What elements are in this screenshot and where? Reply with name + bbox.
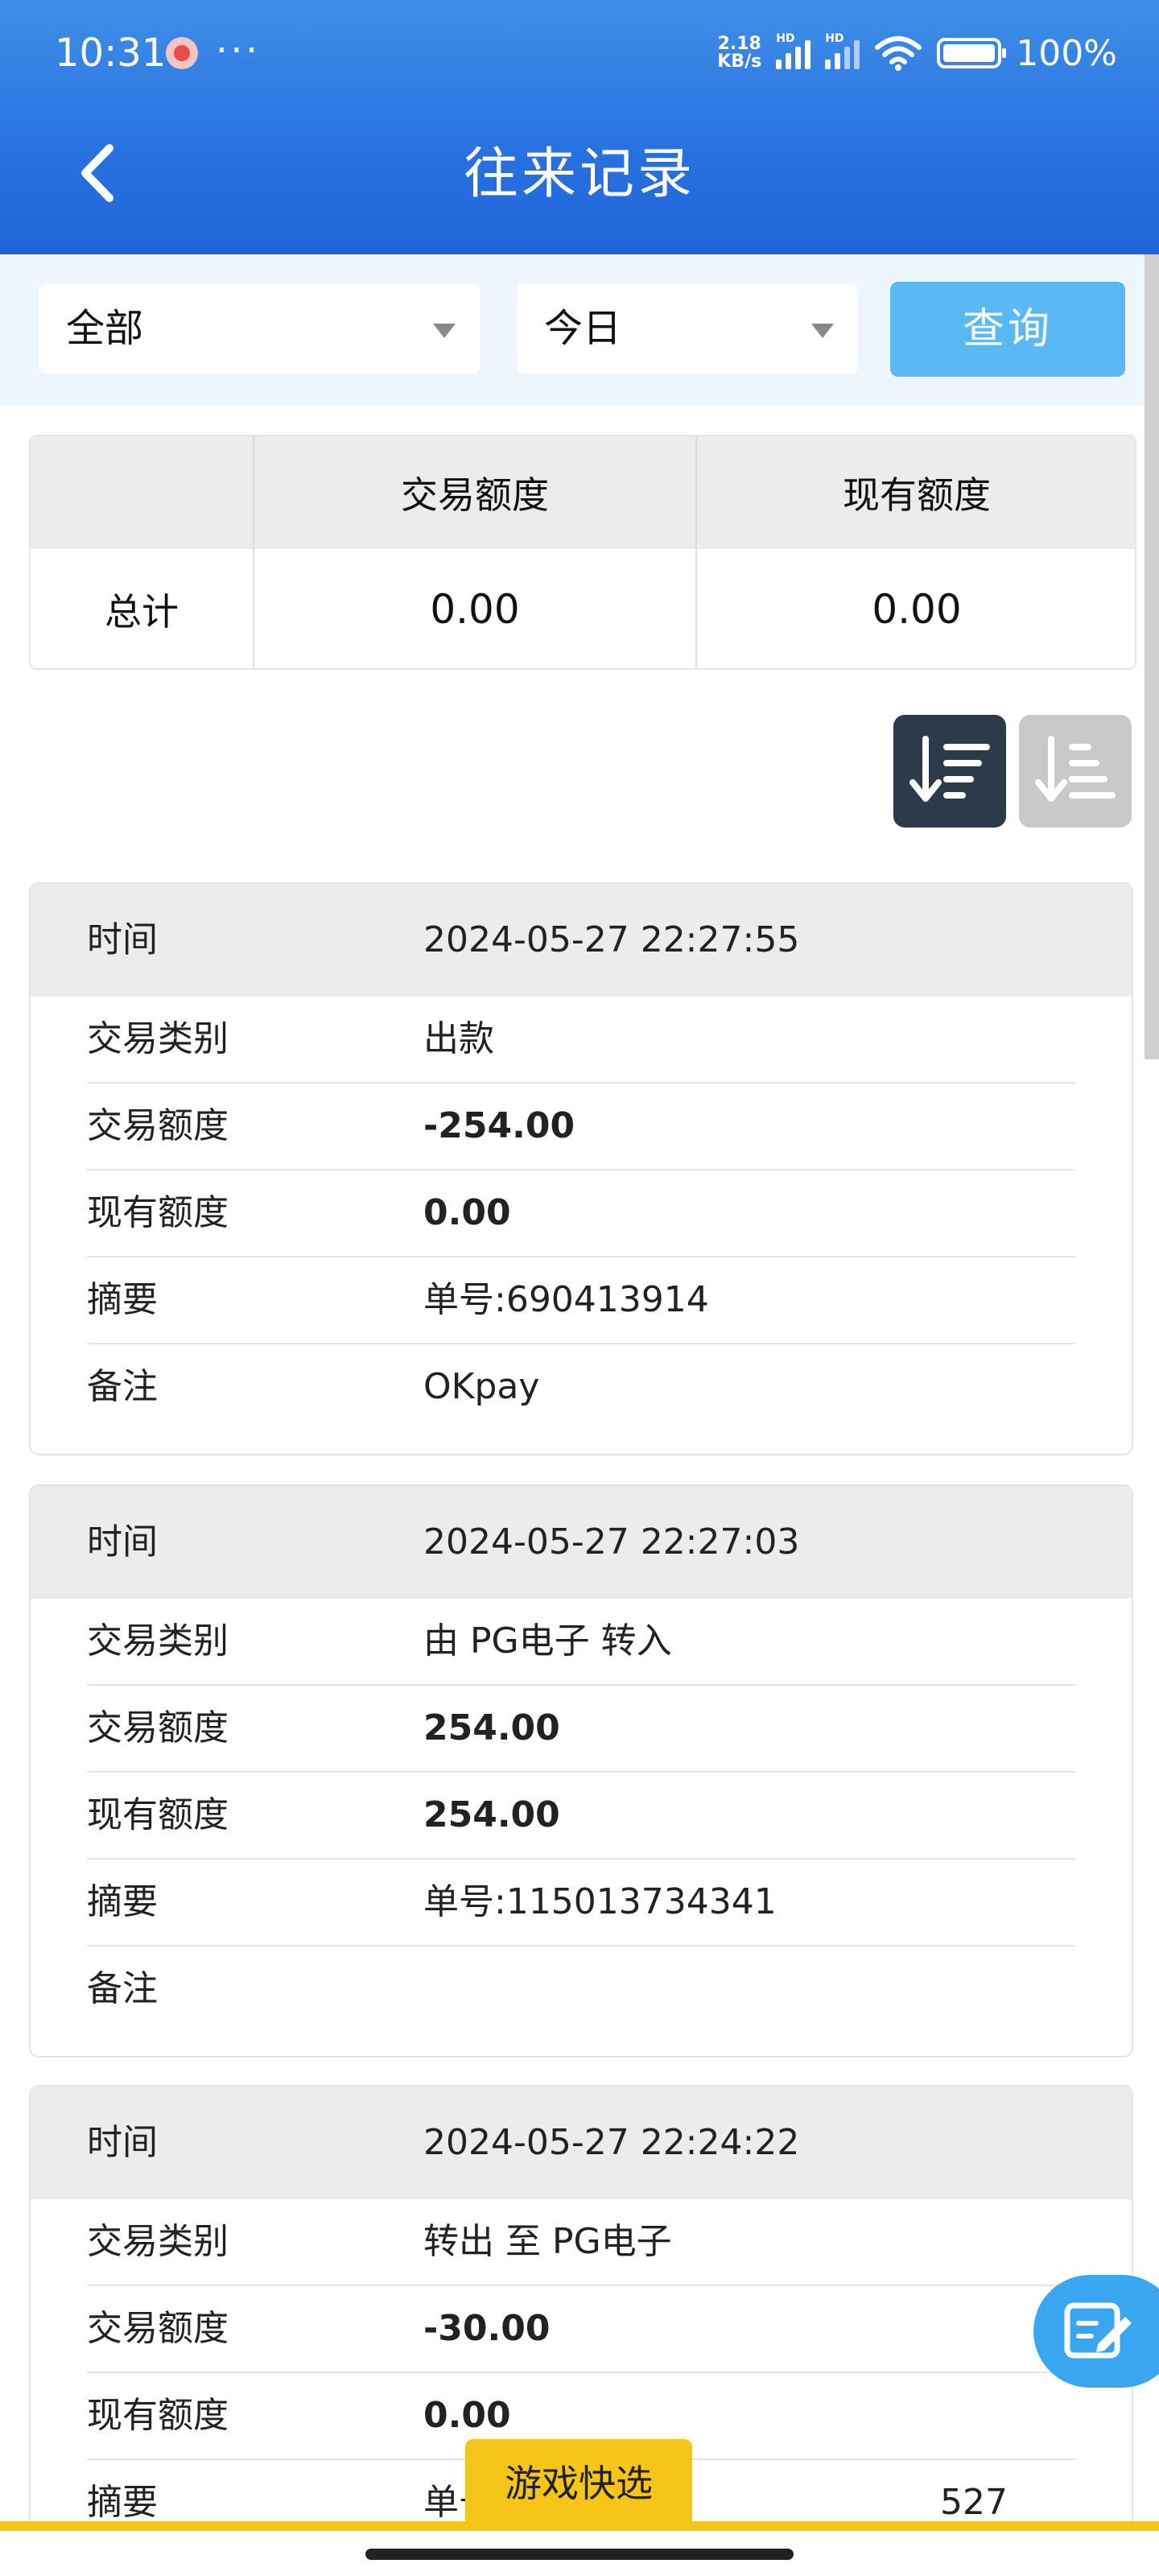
edit-note-icon [1064,2302,1132,2359]
network-speed-unit: KB/s [717,52,762,72]
sort-descending-icon [909,736,990,802]
record-field-label: 现有额度 [87,1192,229,1233]
summary-table: 交易额度 现有额度 总计 0.00 0.00 [29,435,1136,670]
record-field-value: 254.00 [423,1794,560,1835]
record-field-label: 备注 [87,1968,158,2009]
edit-fab-button[interactable] [1033,2275,1159,2388]
record-card: 时间 2024-05-27 22:27:03 交易类别 由 PG电子 转入 交易… [29,1484,1133,2058]
record-field-value: 254.00 [423,1707,560,1748]
record-field-label: 摘要 [87,1881,158,1922]
record-field-value: 转出 至 PG电子 [423,2221,672,2262]
notification-icon [166,37,198,69]
signal-icon-1: HD [776,32,811,69]
type-select-value: 全部 [66,306,144,351]
record-field-label: 交易额度 [87,2308,229,2349]
home-indicator[interactable] [365,2549,794,2560]
type-select[interactable]: 全部 [39,283,480,374]
record-row-note: 备注 OKpay [87,1344,1075,1454]
quick-game-button[interactable]: 游戏快选 [465,2439,692,2528]
record-field-label: 交易额度 [87,1707,229,1748]
record-row-balance: 现有额度 254.00 [87,1773,1075,1860]
record-row-summary: 摘要 单号:690413914 [87,1257,1075,1344]
record-field-value: 单号:690413914 [423,1279,709,1320]
record-field-label: 现有额度 [87,2395,229,2436]
record-row-type: 交易类别 转出 至 PG电子 [87,2199,1075,2286]
wifi-icon [875,36,922,71]
period-select-value: 今日 [544,306,622,351]
record-time-label: 时间 [87,1521,158,1563]
hd-label-1: HD [776,32,795,45]
scrollbar[interactable] [1145,254,1159,1059]
network-speed: 2.18 KB/s [717,35,761,71]
record-field-label: 摘要 [87,1279,158,1320]
record-card: 时间 2024-05-27 22:27:55 交易类别 出款 交易额度 -254… [29,882,1133,1455]
record-field-label: 交易类别 [87,2221,229,2262]
summary-header-blank [31,436,254,549]
record-time-row: 时间 2024-05-27 22:24:22 [31,2087,1132,2199]
record-field-label: 交易类别 [87,1620,229,1662]
record-field-label: 交易类别 [87,1018,229,1059]
record-time-value: 2024-05-27 22:27:03 [423,1521,800,1563]
record-row-amount: 交易额度 254.00 [87,1686,1075,1773]
query-button[interactable]: 查询 [890,282,1125,377]
record-row-balance: 现有额度 0.00 [87,1170,1075,1257]
record-field-label: 现有额度 [87,1794,229,1835]
record-time-label: 时间 [87,919,158,960]
app-header: 10:31 ··· 2.18 KB/s HD HD 100% 往来记录 [0,0,1159,254]
record-field-label: 备注 [87,1366,158,1407]
sort-ascending-button[interactable] [1019,715,1132,828]
record-time-value: 2024-05-27 22:24:22 [423,2122,800,2163]
record-field-value: 单号:115013734341 [423,1881,777,1922]
hd-label-2: HD [825,32,844,45]
record-field-value: -254.00 [423,1105,575,1146]
summary-header-amount: 交易额度 [254,436,697,549]
more-notifications-icon: ··· [216,28,261,72]
network-speed-value: 2.18 [717,34,761,54]
record-row-note: 备注 [87,1946,1075,2056]
record-field-value: OKpay [423,1366,540,1407]
record-field-value: 由 PG电子 转入 [423,1620,672,1662]
record-time-row: 时间 2024-05-27 22:27:55 [31,884,1132,997]
summary-header-balance: 现有额度 [843,473,991,517]
period-select[interactable]: 今日 [517,283,858,374]
caret-down-icon [811,324,834,338]
record-field-value: 出款 [423,1018,494,1059]
sort-descending-button[interactable] [893,715,1006,828]
record-time-value: 2024-05-27 22:27:55 [423,919,800,960]
summary-total-balance: 0.00 [872,586,962,633]
summary-total-label: 总计 [31,549,254,668]
record-time-label: 时间 [87,2122,158,2163]
record-field-value: -30.00 [423,2308,551,2349]
battery-percent: 100% [1016,32,1117,74]
summary-total-amount: 0.00 [254,549,697,668]
status-right: 2.18 KB/s HD HD 100% [717,27,1117,79]
record-row-amount: 交易额度 -30.00 [87,2286,1075,2373]
record-field-label: 交易额度 [87,1105,229,1146]
record-row-type: 交易类别 由 PG电子 转入 [87,1599,1075,1686]
record-field-value: 0.00 [423,1192,511,1233]
sort-ascending-icon [1035,736,1116,802]
record-row-summary: 摘要 单号:115013734341 [87,1860,1075,1946]
filter-bar: 全部 今日 查询 [0,254,1145,406]
record-time-row: 时间 2024-05-27 22:27:03 [31,1486,1132,1599]
page-title: 往来记录 [463,142,695,206]
record-row-type: 交易类别 出款 [87,997,1075,1084]
status-time: 10:31 [55,31,167,76]
record-row-amount: 交易额度 -254.00 [87,1084,1075,1170]
summary-header-row: 交易额度 现有额度 [31,436,1135,549]
signal-icon-2: HD [825,32,860,69]
battery-icon [937,38,1007,68]
status-bar: 10:31 ··· 2.18 KB/s HD HD 100% [0,27,1159,79]
caret-down-icon [433,324,456,338]
summary-total-row: 总计 0.00 0.00 [31,549,1135,668]
